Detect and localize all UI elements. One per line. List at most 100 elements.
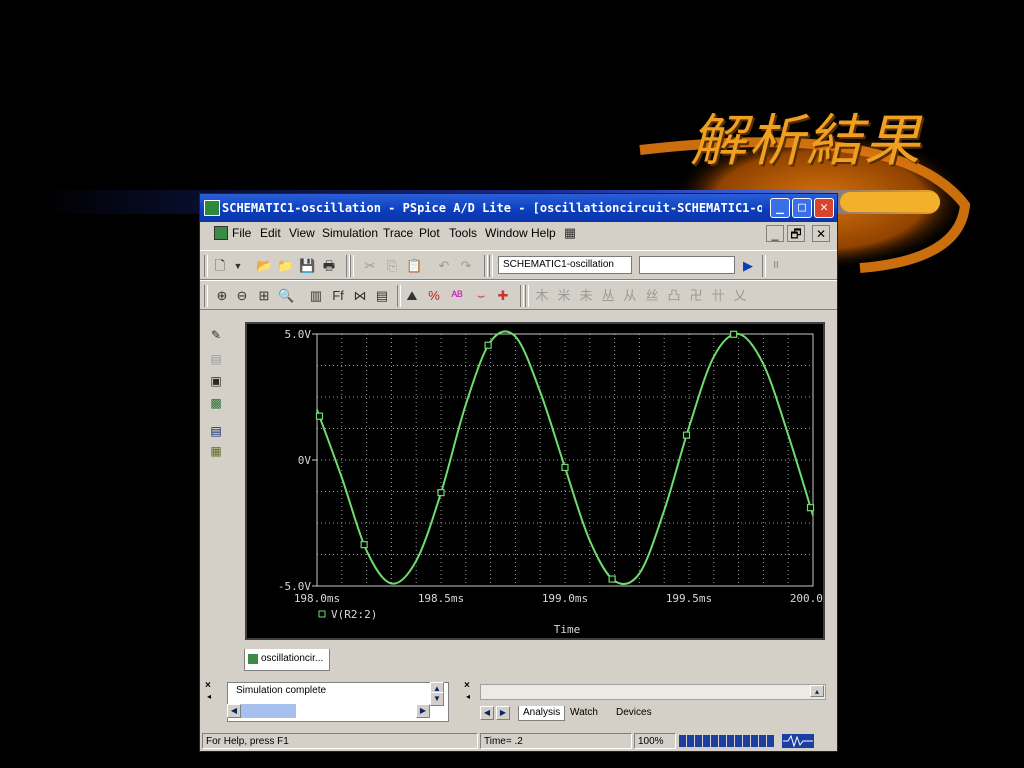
paste-icon[interactable]: 📋 — [406, 258, 422, 274]
series-marker — [360, 541, 368, 549]
cursor-peak-icon[interactable]: 木 — [534, 288, 550, 304]
menu-view[interactable]: View — [289, 226, 315, 240]
progress-segment — [727, 735, 734, 747]
doc-restore-button[interactable]: 🗗 — [787, 225, 805, 242]
log-y-icon[interactable]: ▤ — [374, 288, 390, 304]
performance-icon[interactable]: ⋈ — [352, 288, 368, 304]
sim-results-icon[interactable]: ▤ — [208, 424, 224, 438]
next-transition-icon[interactable]: 卍 — [688, 288, 704, 304]
waveform-chart[interactable]: 5.0V0V-5.0V198.0ms 198.5ms 199.0ms 199.5ms 2… — [247, 324, 823, 638]
status-time: Time= .2 — [480, 733, 632, 749]
legend-label: V(R2:2) — [331, 608, 377, 621]
cursor-max-icon[interactable]: 从 — [622, 288, 638, 304]
copy-icon[interactable]: ⎘ — [384, 258, 400, 274]
series-marker — [437, 489, 445, 497]
zoom-in-icon[interactable]: ⊕ — [214, 288, 230, 304]
series-marker — [484, 341, 492, 349]
progress-segment — [679, 735, 686, 747]
pane-pin-icon[interactable]: ◂ — [207, 692, 211, 701]
menu-trace[interactable]: Trace — [383, 226, 413, 240]
add-trace-icon[interactable]: ▤ — [208, 352, 224, 366]
profile-input[interactable] — [639, 256, 735, 274]
simulation-profile-combo[interactable]: SCHEMATIC1-oscillation — [498, 256, 632, 274]
zoom-fit-icon[interactable]: 🔍 — [278, 288, 294, 304]
mark-icon[interactable]: ⌣ — [473, 288, 489, 304]
undo-icon[interactable]: ↶ — [436, 258, 452, 274]
tab-devices[interactable]: Devices — [612, 706, 656, 720]
menu-help[interactable]: Help — [531, 226, 556, 240]
tab-prev-button[interactable]: ▶ — [496, 706, 510, 720]
plot-window[interactable]: 5.0V 0V -5.0V 198.0ms 198.5ms 199.0ms 199.5ms 2… — [245, 322, 825, 640]
document-icon[interactable] — [214, 226, 228, 240]
menu-simulation[interactable]: Simulation — [322, 226, 378, 240]
maximize-button[interactable]: □ — [792, 198, 812, 218]
progress-segment — [703, 735, 710, 747]
pane-close-icon[interactable]: × — [464, 680, 470, 691]
toolbar-separator — [489, 255, 493, 277]
prev-transition-icon[interactable]: 卄 — [710, 288, 726, 304]
toggle-icon[interactable]: ▦ — [208, 444, 224, 458]
x-tick-label: 198.5ms — [418, 592, 464, 605]
zoom-area-icon[interactable]: ⊞ — [256, 288, 272, 304]
menu-tools[interactable]: Tools — [449, 226, 477, 240]
scroll-left-button[interactable]: ◀ — [227, 704, 241, 718]
open-folder-icon[interactable]: 📁 — [277, 258, 293, 274]
cut-icon[interactable]: ✂ — [362, 258, 378, 274]
close-button[interactable]: ✕ — [814, 198, 834, 218]
dropdown-arrow-icon[interactable]: ▼ — [230, 258, 246, 274]
menu-window[interactable]: Window — [485, 226, 528, 240]
menu-file[interactable]: File — [232, 226, 251, 240]
doc-tab[interactable]: oscillationcir... — [244, 649, 330, 671]
output-pane: × ◂ Simulation complete ▲ ▼ ◀ ▶ — [203, 678, 455, 728]
show-output-icon[interactable]: ▣ — [208, 374, 224, 388]
tab-analysis[interactable]: Analysis — [518, 706, 566, 721]
series-marker — [608, 575, 616, 583]
run-icon[interactable]: ▶ — [740, 258, 756, 274]
menu-plot[interactable]: Plot — [419, 226, 440, 240]
new-icon[interactable]: 🗋 — [212, 258, 228, 274]
scroll-right-button[interactable]: ▶ — [416, 704, 430, 718]
toolbar-separator — [525, 285, 529, 307]
watch-scrollbar[interactable] — [480, 684, 826, 700]
toggle-cursor-icon[interactable]: ✚ — [495, 288, 511, 304]
slide-title: 解析結果 — [690, 109, 922, 174]
doc-close-button[interactable]: ✕ — [812, 225, 830, 242]
progress-segment — [735, 735, 742, 747]
minimize-button[interactable]: _ — [770, 198, 790, 218]
cursor-slope-icon[interactable]: 未 — [578, 288, 594, 304]
open-icon[interactable]: 📂 — [256, 258, 272, 274]
cursor-search-icon[interactable]: 凸 — [666, 288, 682, 304]
doc-minimize-button[interactable]: _ — [766, 225, 784, 242]
label-icon[interactable]: ᴬᴮ — [449, 288, 465, 304]
print-icon[interactable]: 🖶 — [321, 258, 337, 274]
cursor-point-icon[interactable]: 丝 — [644, 288, 660, 304]
scroll-thumb[interactable] — [241, 704, 296, 718]
zoom-out-icon[interactable]: ⊖ — [234, 288, 250, 304]
pane-close-icon[interactable]: × — [205, 680, 211, 691]
activity-icon — [782, 734, 814, 748]
cursor-min-icon[interactable]: 丛 — [600, 288, 616, 304]
probe-icon[interactable]: ✎ — [208, 328, 224, 342]
left-toolbar: ✎ ▤ ▣ ▩ ▤ ▦ — [202, 324, 236, 674]
progress-segment — [759, 735, 766, 747]
scroll-down-button[interactable]: ▼ — [430, 692, 444, 706]
cursor-trough-icon[interactable]: 米 — [556, 288, 572, 304]
trace-expression-icon[interactable]: % — [426, 288, 442, 304]
mark-label-icon[interactable]: 乂 — [732, 288, 748, 304]
add-trace-icon[interactable]: ⛰ — [404, 288, 420, 304]
toolbar-separator — [350, 255, 354, 277]
tab-watch[interactable]: Watch — [566, 706, 602, 720]
window-titlebar[interactable]: SCHEMATIC1-oscillation - PSpice A/D Lite… — [200, 194, 837, 222]
menu-edit[interactable]: Edit — [260, 226, 281, 240]
help-context-icon[interactable]: ▦ — [562, 225, 578, 241]
netlist-icon[interactable]: ▩ — [208, 396, 224, 410]
tab-first-button[interactable]: ◀ — [480, 706, 494, 720]
redo-icon[interactable]: ↷ — [458, 258, 474, 274]
watch-scroll-button[interactable]: ▴ — [810, 685, 824, 697]
pane-pin-icon[interactable]: ◂ — [466, 692, 470, 701]
save-icon[interactable]: 💾 — [299, 258, 315, 274]
log-x-icon[interactable]: ▥ — [308, 288, 324, 304]
fourier-icon[interactable]: Ff — [330, 288, 346, 304]
pause-icon[interactable]: II — [768, 258, 784, 274]
toolbar-separator — [484, 255, 488, 277]
